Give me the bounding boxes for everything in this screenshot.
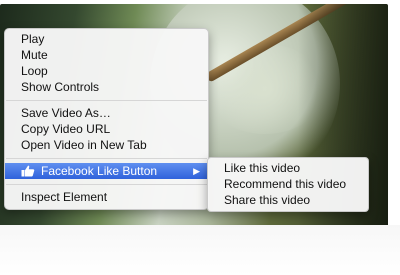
menu-item-play[interactable]: Play — [5, 31, 208, 47]
menu-item-label: Open Video in New Tab — [21, 138, 147, 152]
menu-item-copy-video-url[interactable]: Copy Video URL — [5, 121, 208, 137]
menu-item-inspect-element[interactable]: Inspect Element — [5, 189, 208, 205]
menu-item-label: Loop — [21, 64, 48, 78]
menu-item-label: Copy Video URL — [21, 122, 111, 136]
submenu-item-share[interactable]: Share this video — [208, 192, 368, 208]
menu-item-loop[interactable]: Loop — [5, 63, 208, 79]
submenu-arrow-icon: ▶ — [193, 166, 200, 176]
menu-item-label: Play — [21, 32, 45, 46]
menu-item-facebook-like-button[interactable]: Facebook Like Button ▶ — [5, 163, 208, 179]
menu-item-label: Inspect Element — [21, 190, 108, 204]
thumbs-up-icon — [21, 165, 35, 177]
page-bottom — [0, 225, 400, 275]
submenu-item-label: Like this video — [224, 161, 301, 175]
menu-item-save-video-as[interactable]: Save Video As… — [5, 105, 208, 121]
submenu-item-label: Share this video — [224, 193, 311, 207]
menu-item-show-controls[interactable]: Show Controls — [5, 79, 208, 95]
menu-separator — [6, 158, 207, 159]
menu-item-label: Facebook Like Button — [41, 164, 158, 178]
menu-item-mute[interactable]: Mute — [5, 47, 208, 63]
menu-item-label: Show Controls — [21, 80, 100, 94]
menu-item-label: Save Video As… — [21, 106, 111, 120]
menu-item-open-video-new-tab[interactable]: Open Video in New Tab — [5, 137, 208, 153]
menu-item-label: Mute — [21, 48, 48, 62]
submenu-item-recommend[interactable]: Recommend this video — [208, 176, 368, 192]
submenu-item-like[interactable]: Like this video — [208, 160, 368, 176]
submenu-item-label: Recommend this video — [224, 177, 347, 191]
menu-separator — [6, 100, 207, 101]
facebook-submenu: Like this video Recommend this video Sha… — [207, 157, 369, 212]
context-menu: Play Mute Loop Show Controls Save Video … — [4, 28, 209, 210]
menu-separator — [6, 184, 207, 185]
